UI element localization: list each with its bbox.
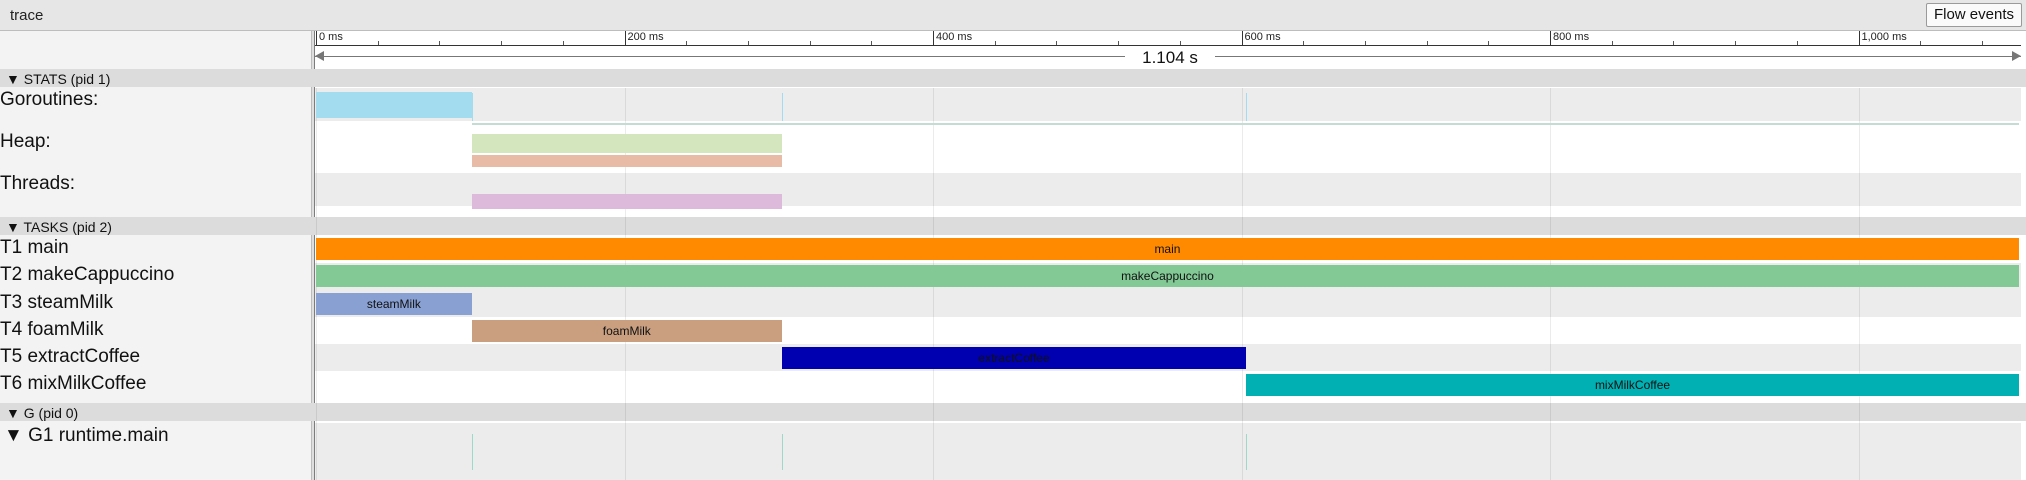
task-slice-steamMilk[interactable]: steamMilk	[316, 293, 472, 315]
row-label-heap: Heap:	[0, 131, 51, 152]
top-toolbar: trace Flow events	[0, 0, 2026, 31]
event-marker	[781, 434, 783, 470]
event-marker	[1246, 434, 1248, 470]
row-label-threads: Threads:	[0, 173, 75, 194]
task-slice-extractCoffee[interactable]: extractCoffee	[781, 347, 1247, 369]
section-title-stats: ▼ STATS (pid 1)	[6, 71, 111, 87]
track-bg-t3	[315, 290, 2021, 317]
timeline-track-area[interactable]: main makeCappuccino steamMilk foamMilk extra…	[315, 31, 2021, 480]
task-slice-main[interactable]: main	[316, 238, 2019, 260]
track-bg-goroutines	[315, 88, 2021, 121]
task-row-label: T3 steamMilk	[0, 292, 113, 313]
track-bg-g1	[315, 423, 2021, 480]
section-title-tasks: ▼ TASKS (pid 2)	[6, 219, 112, 235]
heap-counter-bar[interactable]	[471, 155, 782, 167]
task-row-label: T1 main	[0, 237, 69, 258]
task-row-label: T2 makeCappuccino	[0, 264, 175, 285]
threads-counter-bar[interactable]	[471, 194, 782, 209]
task-slice-makeCappuccino[interactable]: makeCappuccino	[316, 265, 2019, 287]
goroutines-counter-baseline	[471, 123, 2019, 125]
app-title: trace	[10, 7, 44, 24]
goroutines-counter-bar[interactable]	[316, 92, 472, 118]
row-label-goroutines: Goroutines:	[0, 89, 99, 110]
task-row-label: T5 extractCoffee	[0, 346, 141, 367]
task-slice-mixMilkCoffee[interactable]: mixMilkCoffee	[1246, 374, 2019, 396]
event-marker	[1246, 93, 1248, 121]
event-marker	[781, 93, 783, 121]
section-title-g: ▼ G (pid 0)	[6, 405, 79, 421]
event-marker	[471, 434, 473, 470]
row-label-g1[interactable]: ▼ G1 runtime.main	[4, 425, 169, 447]
heap-counter-bar[interactable]	[471, 134, 782, 153]
task-slice-foamMilk[interactable]: foamMilk	[471, 320, 782, 342]
flow-events-button[interactable]: Flow events	[1925, 3, 2022, 27]
task-row-label: T4 foamMilk	[0, 319, 104, 340]
task-row-label: T6 mixMilkCoffee	[0, 373, 147, 394]
event-marker	[471, 93, 473, 121]
